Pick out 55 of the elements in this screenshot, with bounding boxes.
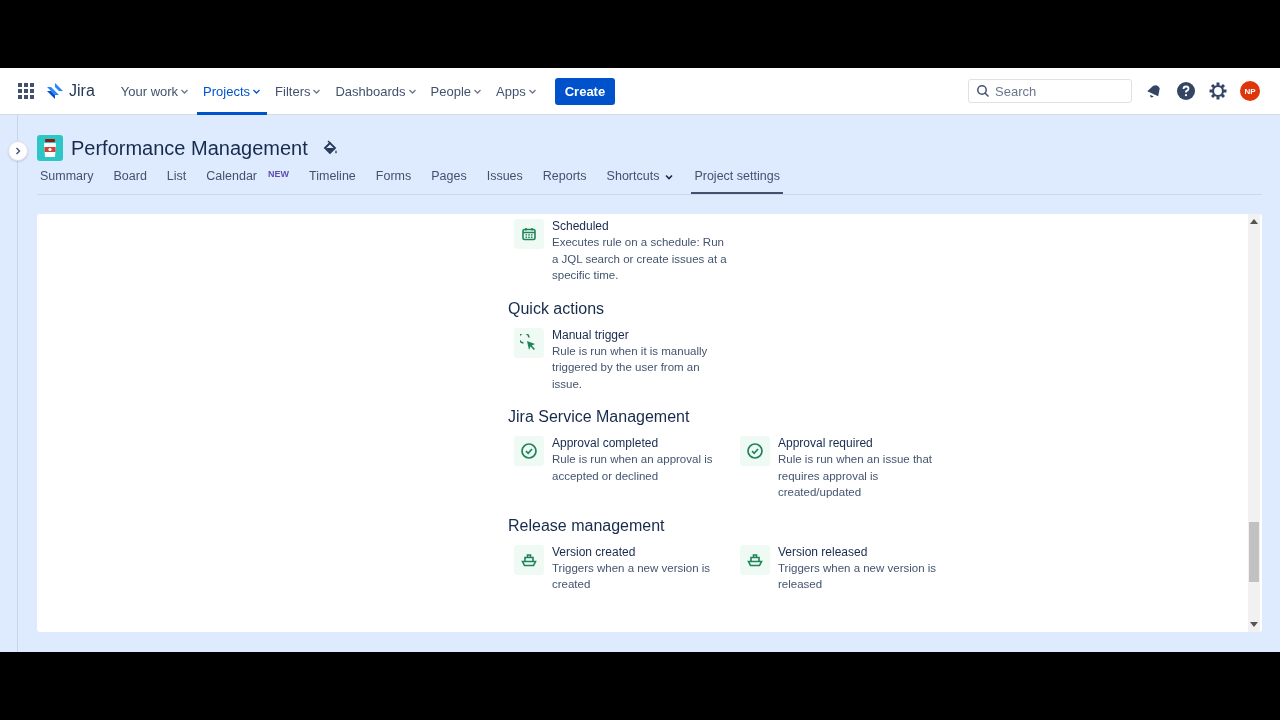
trigger-title[interactable]: Manual trigger <box>552 327 728 343</box>
chevron-right-icon <box>14 147 22 155</box>
trigger-title[interactable]: Approval completed <box>552 436 728 451</box>
product-name[interactable]: Jira <box>69 82 95 100</box>
new-label: NEW <box>268 169 290 179</box>
user-avatar[interactable]: NP <box>1240 81 1260 101</box>
project-tab[interactable]: Pages <box>428 169 470 194</box>
nav-menu[interactable]: Filters <box>269 67 328 115</box>
cursor-click-icon <box>520 333 538 352</box>
project-tab[interactable]: Summary <box>37 169 97 194</box>
calendar-icon <box>520 225 538 243</box>
trigger-description: Rule is run when an issue that requires approval is created/updated <box>778 452 934 500</box>
check-circle-icon <box>746 442 764 460</box>
project-title: Performance Management <box>71 136 308 160</box>
scroll-up-arrow-icon[interactable] <box>1250 218 1258 224</box>
nav-menu[interactable]: Your work <box>114 67 196 115</box>
expand-sidebar-button[interactable] <box>8 141 28 161</box>
project-tab[interactable]: Reports <box>539 169 590 194</box>
scrollbar-thumb[interactable] <box>1249 522 1259 582</box>
paint-bucket-icon[interactable] <box>321 140 338 156</box>
search-icon <box>976 84 990 98</box>
check-circle-icon <box>520 442 538 460</box>
trigger-description: Executes rule on a schedule: Run a JQL search or create issues at a specific time. <box>552 235 728 283</box>
section-heading: Release management <box>508 516 666 536</box>
search-field[interactable]: Search <box>968 79 1132 103</box>
jira-logo-icon <box>46 82 64 100</box>
project-tab[interactable]: Forms <box>372 169 415 194</box>
help-icon[interactable] <box>1176 81 1196 101</box>
trigger-title[interactable]: Version released <box>778 544 954 560</box>
section-heading: Jira Service Management <box>508 408 691 427</box>
trigger-description: Rule is run when an approval is accepted or declined <box>552 452 714 484</box>
settings-icon[interactable] <box>1208 81 1228 101</box>
nav-menu[interactable]: Projects <box>197 67 268 115</box>
project-tab[interactable]: Shortcuts <box>603 169 678 194</box>
app-switcher-icon[interactable] <box>16 81 36 101</box>
trigger-title[interactable]: Version created <box>552 544 728 560</box>
create-button[interactable]: Create <box>554 77 616 105</box>
project-avatar-icon <box>37 135 63 161</box>
nav-menu[interactable]: People <box>424 67 489 115</box>
project-tab[interactable]: List <box>163 169 190 194</box>
trigger-title[interactable]: Approval required <box>778 436 954 451</box>
section-heading: Quick actions <box>508 299 606 319</box>
scroll-down-arrow-icon[interactable] <box>1250 622 1258 628</box>
project-tab[interactable]: Issues <box>483 169 526 194</box>
trigger-description: Rule is run when it is manually triggered by the user from an issue. <box>552 343 709 392</box>
trigger-title[interactable]: Scheduled <box>552 219 728 234</box>
project-tab[interactable]: Calendar NEW <box>203 169 293 194</box>
trigger-description: Triggers when a new version is released <box>778 560 938 592</box>
project-tab[interactable]: Board <box>110 169 150 194</box>
project-tab[interactable]: Project settings <box>691 169 783 194</box>
nav-menu[interactable]: Apps <box>490 67 543 115</box>
nav-menu[interactable]: Dashboards <box>329 67 423 115</box>
trigger-description: Triggers when a new version is created <box>552 560 712 592</box>
project-tab[interactable]: Timeline <box>306 169 359 194</box>
scrollbar[interactable] <box>1248 214 1260 632</box>
